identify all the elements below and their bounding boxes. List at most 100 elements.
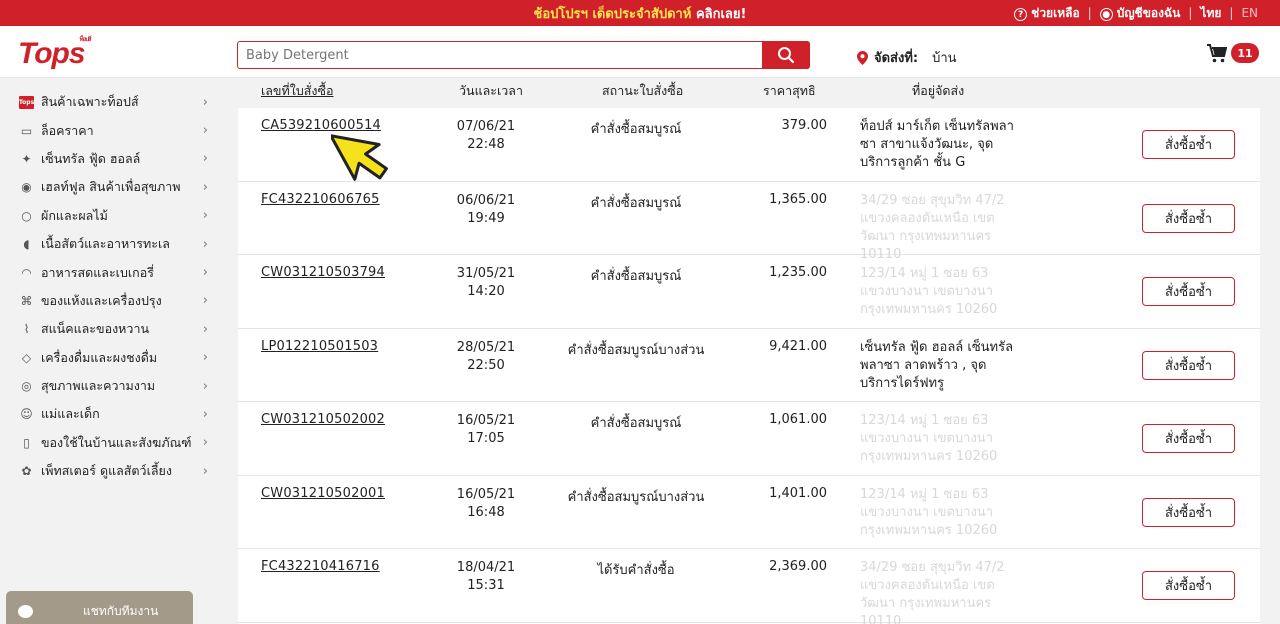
sidebar-item-label: อาหารสดและเบเกอรี่ — [41, 264, 154, 280]
beauty-icon: ◎ — [21, 379, 32, 394]
order-number-link[interactable]: CA539210600514 — [261, 118, 381, 133]
sidebar-item-price-lock[interactable]: ▭ ล็อคราคา › — [18, 116, 218, 144]
sidebar-item-beverage[interactable]: ◇ เครื่องดื่มและผงชงดื่ม › — [18, 344, 218, 372]
order-time: 15:31 — [467, 578, 505, 593]
reorder-button[interactable]: สั่งซื้อซ้ำ — [1142, 203, 1235, 233]
order-date: 07/06/21 — [456, 119, 516, 134]
sidebar-item-tops-exclusive[interactable]: Tops สินค้าเฉพาะท็อปส์ › — [18, 88, 218, 116]
order-number-link[interactable]: CW031210502001 — [261, 486, 385, 501]
sidebar-item-snack[interactable]: ⌇ สแน็คและของหวาน › — [18, 315, 218, 343]
sidebar-item-label: เครื่องดื่มและผงชงดื่ม — [41, 349, 158, 365]
logo-small-text: ท็อปส์ — [79, 37, 92, 43]
chevron-right-icon: › — [202, 350, 208, 366]
chevron-right-icon: › — [202, 179, 208, 195]
sidebar-item-label: เซ็นทรัล ฟู้ด ฮอลล์ — [41, 150, 141, 166]
order-datetime: 18/04/21 15:31 — [441, 559, 531, 595]
promo-cta[interactable]: คลิกเลย! — [696, 7, 747, 22]
pet-icon: ✿ — [21, 464, 32, 479]
account-link[interactable]: ● บัญชีของฉัน — [1099, 4, 1180, 23]
order-time: 19:49 — [467, 210, 505, 226]
chevron-right-icon: › — [202, 236, 208, 252]
help-label: ช่วยเหลือ — [1031, 5, 1080, 20]
sidebar-item-label: สินค้าเฉพาะท็อปส์ — [41, 94, 139, 110]
reorder-button[interactable]: สั่งซื้อซ้ำ — [1142, 277, 1235, 306]
table-row: CW031210502001 16/05/21 16:48 คำสั่งซื้อส… — [238, 476, 1260, 549]
delivery-address: 123/14 หมู่ 1 ซอย 63 แขวงบางนา เขตบางนา … — [860, 413, 998, 464]
cart-button[interactable]: 11 — [1207, 43, 1259, 63]
tops-logo[interactable]: Tops ท็อปส์ — [18, 37, 92, 71]
delivery-address: 123/14 หมู่ 1 ซอย 63 แขวงบางนา เขตบางนา … — [860, 486, 998, 538]
chat-label: แชทกับทีมงาน — [83, 603, 159, 618]
user-icon: ● — [1099, 8, 1113, 21]
sidebar-item-baby[interactable]: ☺ แม่และเด็ก › — [18, 400, 218, 428]
order-date: 31/05/21 — [456, 266, 516, 281]
order-status: คำสั่งซื้อสมบูรณ์ — [590, 122, 682, 137]
order-date: 16/05/21 — [456, 486, 516, 502]
order-number-link[interactable]: CW031210503794 — [261, 265, 385, 280]
sidebar-item-bakery[interactable]: ◠ อาหารสดและเบเกอรี่ › — [18, 258, 218, 286]
tops-brand-icon: Tops — [18, 94, 35, 111]
order-datetime: 06/06/21 19:49 — [441, 192, 531, 228]
divider: | — [1188, 6, 1193, 20]
reorder-button[interactable]: สั่งซื้อซ้ำ — [1142, 350, 1235, 380]
order-price: 1,061.00 — [769, 412, 827, 427]
sidebar-item-grocery[interactable]: ⌘ ของแห้งและเครื่องปรุง › — [18, 287, 218, 315]
sidebar-item-label: สุขภาพและความงาม — [41, 378, 156, 394]
reorder-button[interactable]: สั่งซื้อซ้ำ — [1142, 130, 1235, 159]
order-status: ได้รับคำสั่งซื้อ — [597, 563, 675, 578]
search-icon — [778, 46, 795, 63]
order-status: คำสั่งซื้อสมบูรณ์ — [590, 416, 682, 431]
divider: | — [1229, 6, 1234, 20]
order-date: 06/06/21 — [456, 192, 516, 208]
chevron-right-icon: › — [202, 94, 208, 110]
promo-highlight[interactable]: ช้อปโปรฯ เด็ดประจำสัปดาห์ — [534, 7, 692, 22]
order-number-link[interactable]: CW031210502002 — [261, 412, 385, 427]
sidebar-item-label: ของแห้งและเครื่องปรุง — [41, 292, 162, 308]
sidebar-item-fruit[interactable]: ○ ผักและผลไม้ › — [18, 202, 218, 230]
delivery-address: 34/29 ซอย สุขุมวิท 47/2 แขวงคลองตันเหนือ… — [860, 192, 1005, 262]
delivery-address: 34/29 ซอย สุขุมวิท 47/2 แขวงคลองตันเหนือ… — [860, 560, 1005, 624]
lang-en-link[interactable]: EN — [1241, 6, 1258, 20]
delivery-selector[interactable]: จัดส่งที่: บ้าน — [857, 47, 957, 68]
fruit-icon: ○ — [21, 208, 32, 223]
category-sidebar: Tops สินค้าเฉพาะท็อปส์ › ▭ ล็อคราคา › ✦ เซ็นท… — [18, 88, 218, 485]
header: Topsท็อปส์ จัดส่งที่: บ้าน 11 — [0, 26, 1280, 78]
search-button[interactable] — [762, 40, 810, 69]
sidebar-item-household[interactable]: ▯ ของใช้ในบ้านและสังฆภัณฑ์ › — [18, 429, 218, 457]
order-number-link[interactable]: FC432210416716 — [261, 559, 380, 574]
order-status: คำสั่งซื้อสมบูรณ์บางส่วน — [567, 342, 705, 358]
search-input[interactable] — [238, 42, 758, 68]
baby-icon: ☺ — [20, 407, 33, 422]
reorder-button[interactable]: สั่งซื้อซ้ำ — [1142, 424, 1235, 453]
chevron-right-icon: › — [202, 435, 208, 451]
order-number-link[interactable]: LP012210501503 — [261, 339, 378, 354]
order-number-link[interactable]: FC432210606765 — [261, 192, 380, 207]
chevron-right-icon: › — [202, 123, 208, 139]
chevron-right-icon: › — [202, 208, 208, 224]
order-price: 2,369.00 — [769, 559, 827, 574]
sidebar-item-beauty[interactable]: ◎ สุขภาพและความงาม › — [18, 372, 218, 400]
sidebar-item-pet[interactable]: ✿ เพ็ทสเตอร์ ดูแลสัตว์เลี้ยง › — [18, 457, 218, 485]
order-time: 14:20 — [467, 284, 505, 299]
household-icon: ▯ — [23, 435, 30, 450]
chevron-right-icon: › — [202, 265, 208, 281]
cart-count-badge: 11 — [1231, 43, 1259, 63]
order-status: คำสั่งซื้อสมบูรณ์บางส่วน — [567, 489, 705, 505]
price-lock-icon: ▭ — [20, 123, 33, 138]
lang-th-link[interactable]: ไทย — [1200, 4, 1221, 23]
order-time: 17:05 — [467, 431, 505, 446]
chevron-right-icon: › — [202, 463, 208, 479]
column-header-order[interactable]: เลขที่ใบสั่งซื้อ — [261, 81, 333, 101]
reorder-button[interactable]: สั่งซื้อซ้ำ — [1142, 497, 1235, 527]
sidebar-item-healthy[interactable]: ◉ เฮลท์ฟูล สินค้าเพื่อสุขภาพ › — [18, 173, 218, 201]
chevron-right-icon: › — [202, 293, 208, 309]
reorder-button[interactable]: สั่งซื้อซ้ำ — [1142, 571, 1235, 600]
help-link[interactable]: ? ช่วยเหลือ — [1014, 4, 1080, 23]
sidebar-item-food-hall[interactable]: ✦ เซ็นทรัล ฟู้ด ฮอลล์ › — [18, 145, 218, 173]
sidebar-item-meat[interactable]: ◖ เนื้อสัตว์และอาหารทะเล › — [18, 230, 218, 258]
chat-button[interactable]: แชทกับทีมงาน — [6, 591, 193, 624]
column-header-price: ราคาสุทธิ — [763, 83, 816, 98]
order-price: 1,401.00 — [769, 485, 827, 501]
order-date: 28/05/21 — [456, 339, 516, 355]
help-icon: ? — [1014, 8, 1028, 21]
